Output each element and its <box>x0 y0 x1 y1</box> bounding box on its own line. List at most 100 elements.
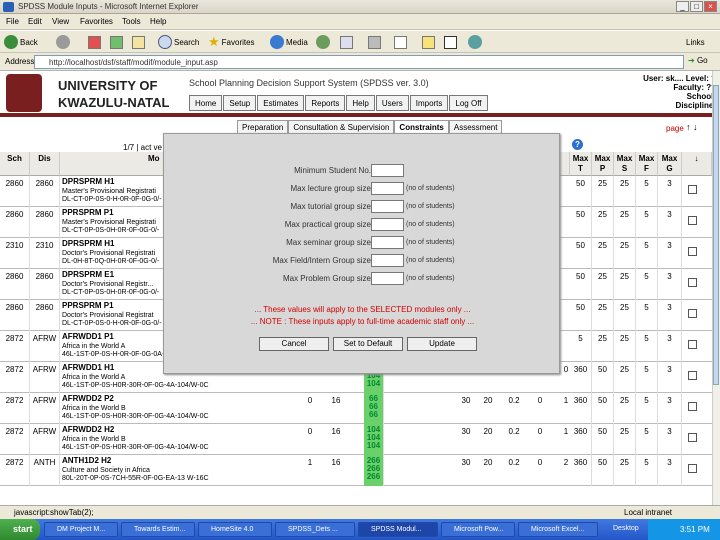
media-button[interactable]: Media <box>270 34 308 50</box>
cell-max: 5 <box>636 269 658 300</box>
task-excel[interactable]: Microsoft Excel... <box>518 522 598 537</box>
row-select-checkbox[interactable] <box>688 464 697 473</box>
task-dm-project[interactable]: DM Project M... <box>44 522 118 537</box>
refresh-button[interactable] <box>110 34 123 50</box>
messenger-button[interactable] <box>444 34 457 50</box>
max-tutorial-label: Max tutorial group size <box>290 202 371 211</box>
row-select-checkbox[interactable] <box>688 216 697 225</box>
nav-reports[interactable]: Reports <box>305 95 346 111</box>
cell-discipline: AFRW <box>30 393 60 424</box>
nav-setup[interactable]: Setup <box>223 95 257 111</box>
menu-tools[interactable]: Tools <box>122 17 141 26</box>
address-input[interactable]: http://localhost/dsf/staff/modif/module_… <box>34 55 684 69</box>
minimize-button[interactable]: _ <box>676 1 689 12</box>
col-header-maxs[interactable]: Max S <box>614 152 636 176</box>
scrollbar-thumb[interactable] <box>713 85 719 385</box>
menu-edit[interactable]: Edit <box>28 17 42 26</box>
nav-estimates[interactable]: Estimates <box>257 95 305 111</box>
cell-green-count: 66 66 66 <box>364 393 384 424</box>
row-select-checkbox[interactable] <box>688 433 697 442</box>
max-practical-input[interactable] <box>371 218 404 231</box>
green-value: 104 <box>366 441 381 450</box>
mail-button[interactable] <box>340 34 353 50</box>
research-button[interactable] <box>468 34 482 50</box>
cell-max: 3 <box>658 455 682 486</box>
status-bar: javascript:showTab(2); Local intranet <box>0 505 720 519</box>
table-row[interactable]: 2872 ANTH ANTH1D2 H2 Culture and Society in… <box>0 455 712 486</box>
menu-view[interactable]: View <box>52 17 69 26</box>
search-icon <box>158 35 172 49</box>
nav-help[interactable]: Help <box>346 95 375 111</box>
task-powerpoint[interactable]: Microsoft Pow... <box>441 522 515 537</box>
task-spdss-dets[interactable]: SPDSS_Dets ... <box>275 522 355 537</box>
col-header-dis[interactable]: Dis <box>30 152 60 176</box>
nav-logoff[interactable]: Log Off <box>449 95 488 111</box>
system-tray-clock[interactable]: 3:51 PM <box>648 519 720 540</box>
col-header-maxt[interactable]: Max T <box>570 152 592 176</box>
col-header-maxf[interactable]: Max F <box>636 152 658 176</box>
update-button[interactable]: Update <box>407 337 477 351</box>
nav-users[interactable]: Users <box>375 95 409 111</box>
max-problem-input[interactable] <box>371 272 404 285</box>
task-homesite[interactable]: HomeSite 4.0 <box>198 522 272 537</box>
edit-button[interactable] <box>394 34 407 50</box>
row-select-checkbox[interactable] <box>688 340 697 349</box>
cell-discipline: 2860 <box>30 176 60 207</box>
back-arrow-icon <box>4 35 18 49</box>
row-select-checkbox[interactable] <box>688 247 697 256</box>
table-row[interactable]: 2872 AFRW AFRWDD2 P2 Africa in the World B4… <box>0 393 712 424</box>
task-spdss-module[interactable]: SPDSS Modul... <box>358 522 438 537</box>
forward-button[interactable] <box>56 34 70 50</box>
search-button[interactable]: Search <box>158 34 199 50</box>
help-icon[interactable]: ? <box>572 139 583 150</box>
max-field-input[interactable] <box>371 254 404 267</box>
row-select-checkbox[interactable] <box>688 371 697 380</box>
max-lecture-input[interactable] <box>371 182 404 195</box>
back-button[interactable]: Back <box>4 34 38 50</box>
stop-button[interactable] <box>88 34 101 50</box>
col-header-sort[interactable]: ↓ <box>682 152 712 176</box>
ie-app-icon <box>3 2 14 12</box>
history-button[interactable] <box>316 34 330 50</box>
min-student-input[interactable] <box>371 164 404 177</box>
cell-value: 0 <box>537 396 543 405</box>
max-tutorial-input[interactable] <box>371 200 404 213</box>
university-logo <box>6 74 42 112</box>
page-nav-arrows[interactable]: ↑ ↓ <box>686 122 698 132</box>
favorites-button[interactable]: ★ Favorites <box>208 34 255 50</box>
discuss-button[interactable] <box>422 34 435 50</box>
task-desktop[interactable]: Desktop <box>601 522 645 537</box>
row-select-checkbox[interactable] <box>688 402 697 411</box>
start-button[interactable]: start <box>0 519 40 540</box>
task-towards-estim[interactable]: Towards Estim... <box>121 522 195 537</box>
menu-favorites[interactable]: Favorites <box>80 17 113 26</box>
menu-help[interactable]: Help <box>150 17 166 26</box>
cell-max: 25 <box>614 269 636 300</box>
nav-imports[interactable]: Imports <box>409 95 449 111</box>
go-arrow-icon: ➔ <box>688 56 695 65</box>
row-select-checkbox[interactable] <box>688 278 697 287</box>
cell-module-code: DPRSPRM E1 <box>62 270 115 279</box>
col-header-maxp[interactable]: Max P <box>592 152 614 176</box>
cell-max: 25 <box>592 238 614 269</box>
col-header-sch[interactable]: Sch <box>0 152 30 176</box>
nav-home[interactable]: Home <box>189 95 223 111</box>
cancel-button[interactable]: Cancel <box>259 337 329 351</box>
maximize-button[interactable]: □ <box>690 1 703 12</box>
col-header-maxg[interactable]: Max G <box>658 152 682 176</box>
go-button[interactable]: ➔ Go <box>688 56 708 65</box>
close-button[interactable]: × <box>704 1 717 12</box>
menu-bar: File Edit View Favorites Tools Help <box>0 14 720 30</box>
menu-file[interactable]: File <box>6 17 19 26</box>
set-default-button[interactable]: Set to Default <box>333 337 403 351</box>
home-button[interactable] <box>132 34 145 50</box>
row-select-checkbox[interactable] <box>688 309 697 318</box>
max-seminar-input[interactable] <box>371 236 404 249</box>
cell-max: 360 <box>570 362 592 393</box>
print-button[interactable] <box>368 34 381 50</box>
row-select-checkbox[interactable] <box>688 185 697 194</box>
cell-module-code: AFRWDD2 H2 <box>62 425 115 434</box>
links-button[interactable]: Links <box>686 34 705 50</box>
cell-module-name: Africa in the World A <box>62 374 126 381</box>
table-row[interactable]: 2872 AFRW AFRWDD2 H2 Africa in the World B4… <box>0 424 712 455</box>
